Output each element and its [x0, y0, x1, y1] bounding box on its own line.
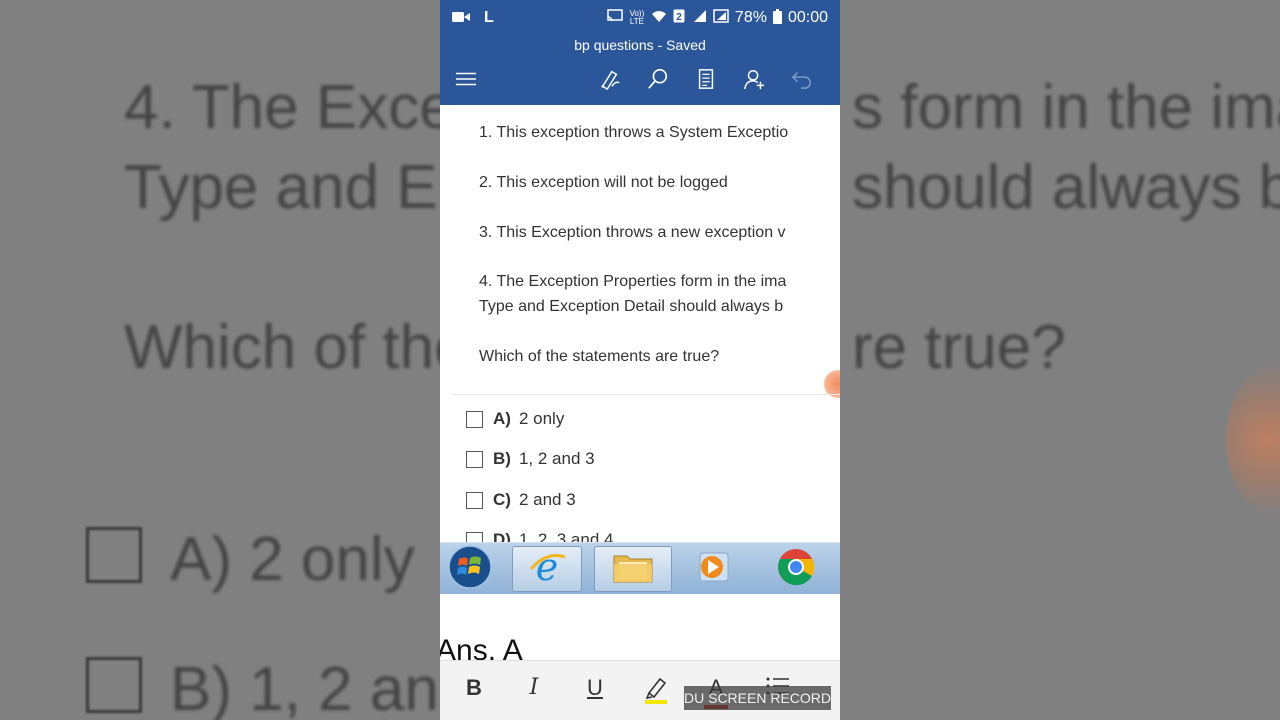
statement-3: 3. This Exception throws a new exception…	[479, 224, 786, 241]
taskbar-item-media-player[interactable]	[684, 546, 744, 592]
draw-button[interactable]	[586, 62, 634, 102]
underline-button[interactable]: U	[577, 675, 613, 701]
undo-icon	[791, 68, 813, 95]
document-lower-area[interactable]: Ans. A	[440, 594, 840, 667]
pen-icon	[599, 68, 621, 95]
option-d-letter: D)	[493, 530, 511, 542]
svg-text:2: 2	[676, 12, 682, 23]
sim-2-icon: 2	[673, 9, 685, 27]
statement-1: 1. This exception throws a System Except…	[479, 124, 789, 141]
read-mode-button[interactable]	[682, 62, 730, 102]
bg-text-line1-right: s form in the ima	[852, 73, 1280, 142]
signal-alt-icon	[713, 9, 729, 27]
search-button[interactable]	[634, 62, 682, 102]
option-b-letter: B)	[493, 449, 511, 468]
bg-option-b: B) 1, 2 an	[170, 655, 439, 720]
document-title: bp questions - Saved	[440, 36, 840, 58]
video-recording-icon	[452, 10, 470, 27]
clock: 00:00	[787, 9, 828, 26]
file-explorer-icon	[611, 548, 655, 591]
status-bar: L Vo)) LTE 2 78% 00:00	[440, 0, 840, 36]
taskbar-item-chrome[interactable]	[766, 546, 826, 592]
taskbar-item-file-explorer[interactable]	[594, 546, 672, 592]
statement-4-line2: Type and Exception Detail should always …	[479, 298, 784, 315]
search-icon	[647, 68, 669, 95]
option-a-checkbox[interactable]	[466, 410, 483, 428]
option-a-text: 2 only	[518, 409, 565, 428]
battery-icon	[772, 8, 782, 28]
screen-recorder-watermark: DU SCREEN RECORDER	[684, 686, 840, 710]
wifi-icon	[651, 9, 667, 27]
option-c-letter: C)	[493, 490, 511, 509]
highlighter-icon	[643, 677, 669, 710]
bg-option-a: A) 2 only	[170, 525, 415, 594]
option-d-text: 1, 2, 3 and 4	[518, 530, 614, 542]
share-button[interactable]	[730, 62, 778, 102]
option-a[interactable]: A) 2 only	[466, 409, 564, 429]
divider	[452, 394, 840, 395]
bg-text-line3-right: re true?	[852, 313, 1066, 382]
menu-button[interactable]	[454, 62, 478, 102]
option-b-checkbox[interactable]	[466, 450, 483, 468]
highlight-button[interactable]	[638, 675, 674, 711]
bg-checkbox-b	[86, 657, 142, 713]
document-body[interactable]: 1. This exception throws a System Except…	[440, 105, 840, 542]
statement-4-line1: 4. The Exception Properties form in the …	[479, 273, 787, 290]
bg-text-line3-left: Which of the	[124, 313, 469, 382]
signal-icon	[691, 9, 707, 27]
phone-screen: L Vo)) LTE 2 78% 00:00 bp questions - Sa…	[440, 0, 840, 720]
italic-button[interactable]: I	[516, 675, 552, 700]
question-text: Which of the statements are true?	[479, 348, 720, 365]
word-toolbar	[440, 58, 840, 105]
hamburger-icon	[455, 68, 477, 95]
battery-percent: 78%	[734, 9, 767, 26]
share-person-icon	[743, 68, 765, 95]
chrome-icon	[776, 547, 816, 592]
option-c-checkbox[interactable]	[466, 491, 483, 509]
bg-checkbox-a	[86, 527, 142, 583]
start-button[interactable]	[444, 544, 496, 595]
option-d[interactable]: D) 1, 2, 3 and 4	[466, 530, 613, 542]
option-d-checkbox[interactable]	[466, 531, 483, 542]
read-mode-icon	[695, 68, 717, 95]
taskbar-item-internet-explorer[interactable]: e	[512, 545, 582, 592]
option-c-text: 2 and 3	[518, 490, 576, 509]
bg-text-line2-left: Type and E	[124, 153, 438, 222]
cast-icon	[607, 9, 623, 27]
start-orb-icon	[447, 544, 493, 595]
carrier-icon: L	[484, 9, 494, 26]
bg-touch-indicator	[1226, 360, 1280, 520]
statement-2: 2. This exception will not be logged	[479, 174, 728, 191]
bg-text-line2-right: should always b	[852, 153, 1280, 222]
bg-text-line1-left: 4. The Exce	[124, 73, 454, 142]
svg-text:e: e	[536, 547, 559, 587]
option-b-text: 1, 2 and 3	[518, 449, 595, 468]
internet-explorer-icon: e	[527, 545, 567, 592]
volte-icon: Vo)) LTE	[629, 9, 645, 26]
bold-button[interactable]: B	[456, 675, 492, 701]
windows-taskbar: e	[440, 542, 840, 594]
undo-button[interactable]	[778, 62, 826, 102]
media-player-icon	[694, 547, 734, 592]
option-b[interactable]: B) 1, 2 and 3	[466, 449, 595, 469]
option-a-letter: A)	[493, 409, 511, 428]
option-c[interactable]: C) 2 and 3	[466, 490, 576, 510]
